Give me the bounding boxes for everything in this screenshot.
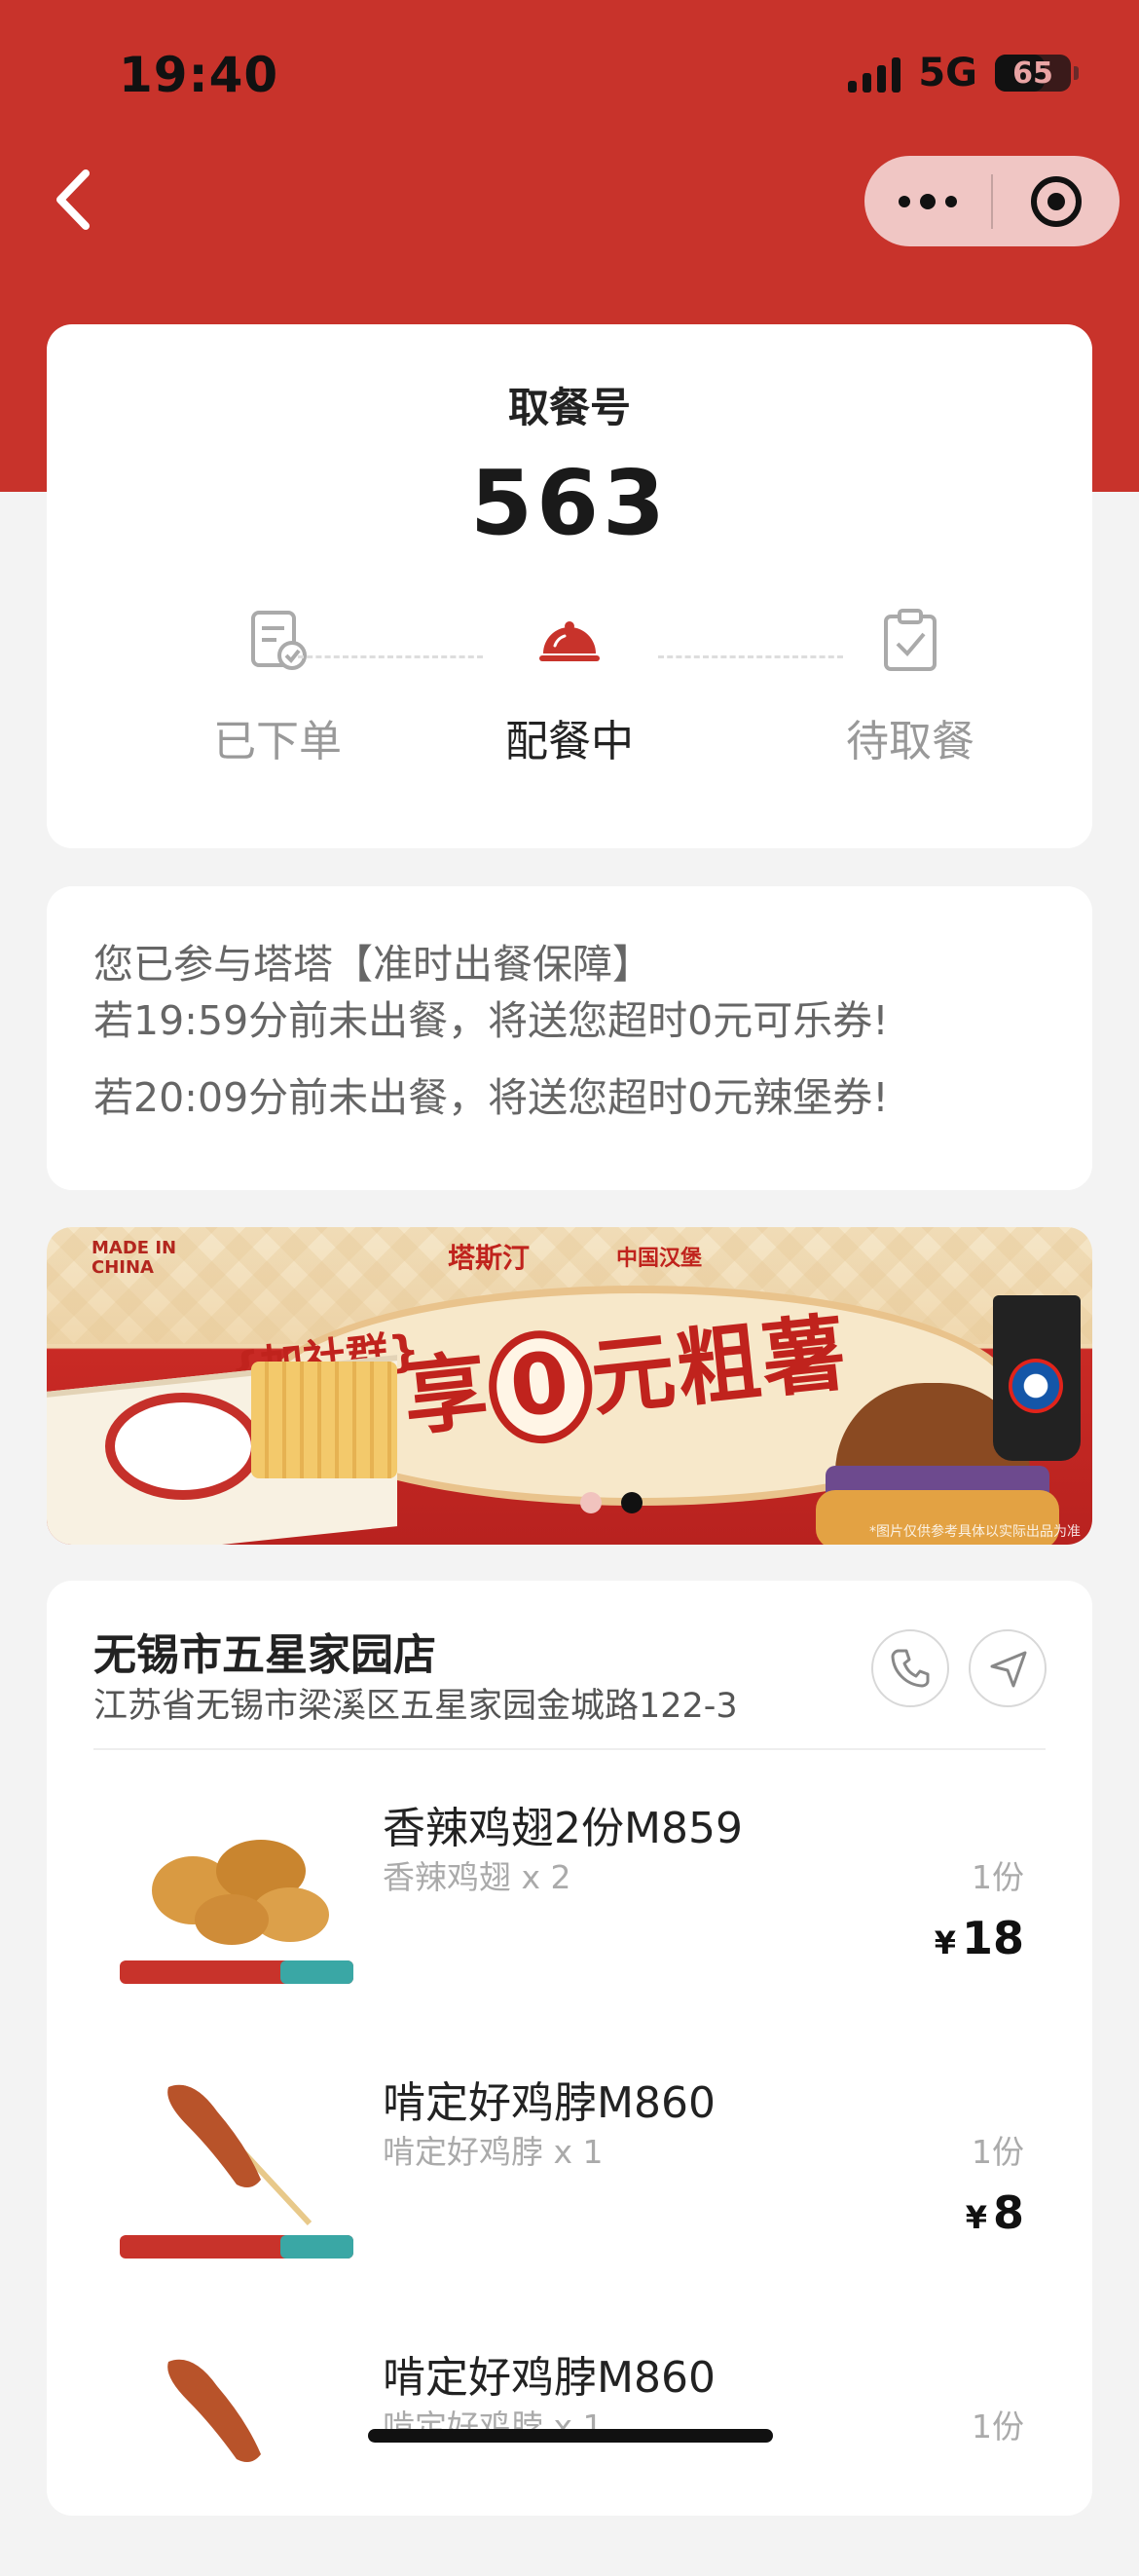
store-card: 无锡市五星家园店 江苏省无锡市梁溪区五星家园金城路122-3 香辣鸡翅2份M85…	[47, 1581, 1092, 2516]
clipboard-check-icon	[884, 609, 937, 671]
pickup-number: 563	[469, 451, 670, 555]
item-qty: 1份	[972, 1858, 1024, 1896]
fries-image	[251, 1362, 397, 1478]
back-button[interactable]	[47, 166, 105, 234]
battery-level: 65	[1012, 56, 1053, 91]
chicken-neck-skewer-image	[167, 2359, 261, 2463]
chicken-neck-skewer-image	[120, 2084, 353, 2259]
call-store-button[interactable]	[871, 1629, 949, 1707]
more-button[interactable]	[864, 156, 991, 246]
network-type: 5G	[918, 51, 977, 95]
promo-banner[interactable]: MADE IN CHINA 塔斯汀 中国汉堡 {加社群} 享 0 元粗薯 *图片仅供…	[47, 1227, 1092, 1545]
brand-logo-text: 塔斯汀	[448, 1242, 531, 1274]
notice-line: 若19:59分前未出餐，将送您超时0元可乐券!	[93, 997, 889, 1044]
pickup-label: 取餐号	[507, 384, 631, 431]
step-ready: 待取餐	[793, 607, 1027, 768]
target-icon	[1031, 175, 1082, 227]
divider	[93, 1748, 1046, 1750]
store-name: 无锡市五星家园店	[93, 1630, 436, 1680]
step-label: 待取餐	[846, 717, 974, 766]
step-order-placed: 已下单	[161, 607, 394, 768]
chevron-left-icon	[56, 169, 90, 230]
carousel-dot[interactable]	[580, 1492, 602, 1513]
home-indicator[interactable]	[368, 2429, 773, 2443]
item-price: ¥18	[934, 1912, 1024, 1964]
battery-icon: 65	[995, 55, 1079, 92]
food-cloche-icon	[539, 621, 600, 661]
step-label: 配餐中	[505, 717, 634, 766]
notice-line: 您已参与塔塔【准时出餐保障】	[93, 941, 652, 988]
order-item: 香辣鸡翅2份M859 香辣鸡翅 x 2 1份 ¥18	[47, 1773, 1092, 2027]
item-name: 香辣鸡翅2份M859	[383, 1804, 743, 1853]
box-emblem-image	[105, 1393, 261, 1500]
notice-card: 您已参与塔塔【准时出餐保障】 若19:59分前未出餐，将送您超时0元可乐券! 若…	[47, 886, 1092, 1190]
banner-disclaimer: *图片仅供参考具体以实际出品为准	[869, 1524, 1081, 1540]
item-price: ¥8	[965, 2186, 1024, 2239]
item-desc: 香辣鸡翅 x 2	[383, 1858, 571, 1896]
status-time: 19:40	[119, 47, 279, 103]
order-item: 啃定好鸡脖M860 啃定好鸡脖 x 1 1份 ¥8	[47, 2048, 1092, 2301]
navigate-store-button[interactable]	[969, 1629, 1047, 1707]
step-preparing: 配餐中	[453, 607, 686, 768]
pickup-card: 取餐号 563 已下单 配餐中 待取餐	[47, 324, 1092, 848]
miniprogram-capsule	[864, 156, 1120, 246]
signal-icon	[848, 54, 901, 93]
notice-line: 若20:09分前未出餐，将送您超时0元辣堡券!	[93, 1074, 889, 1121]
brand-subtitle: 中国汉堡	[616, 1247, 703, 1271]
spicy-chicken-wings-image	[120, 1840, 353, 1984]
store-address: 江苏省无锡市梁溪区五星家园金城路122-3	[93, 1687, 738, 1726]
item-desc: 啃定好鸡脖 x 1	[383, 2133, 604, 2171]
made-in-china-mark: MADE IN CHINA	[92, 1238, 177, 1278]
carousel-indicator	[580, 1492, 643, 1513]
close-miniprogram-button[interactable]	[993, 174, 1120, 229]
item-name: 啃定好鸡脖M860	[383, 2078, 716, 2128]
pepsi-logo-icon	[1009, 1359, 1063, 1413]
step-label: 已下单	[213, 717, 342, 766]
order-placed-icon	[251, 611, 307, 670]
phone-icon	[891, 1649, 930, 1688]
navigation-arrow-icon	[990, 1651, 1027, 1688]
carousel-dot-active[interactable]	[621, 1492, 643, 1513]
item-qty: 1份	[972, 2133, 1024, 2171]
order-item: 啃定好鸡脖M860 啃定好鸡脖 x 1 1份	[47, 2323, 1092, 2576]
item-qty: 1份	[972, 2408, 1024, 2445]
item-name: 啃定好鸡脖M860	[383, 2353, 716, 2403]
status-icons: 5G 65	[848, 51, 1079, 95]
